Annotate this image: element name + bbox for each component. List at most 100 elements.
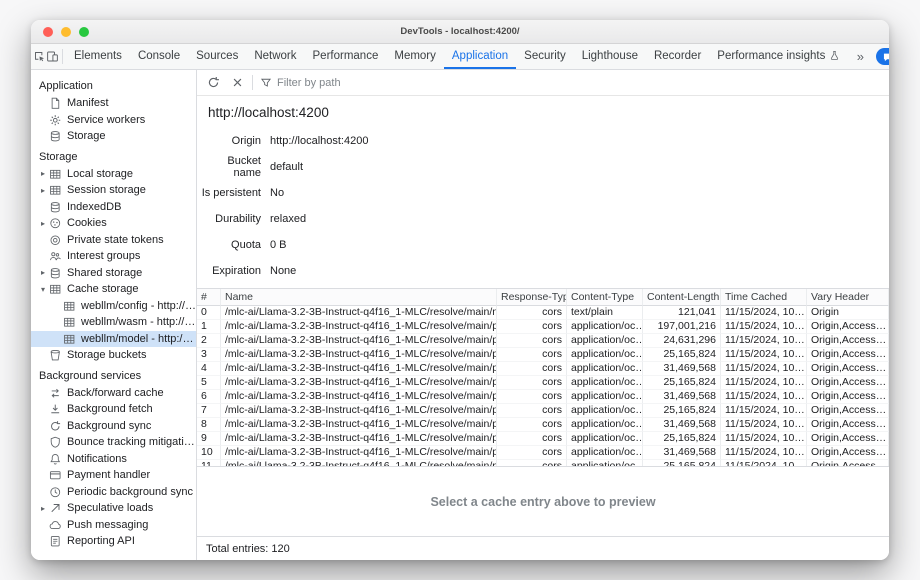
inspect-element-icon[interactable]	[33, 44, 46, 69]
cell-response-type: cors	[497, 390, 567, 404]
tab-performance[interactable]: Performance	[305, 44, 387, 69]
console-messages-badge[interactable]: 3	[876, 48, 889, 65]
cell-name: /mlc-ai/Llama-3.2-3B-Instruct-q4f16_1-ML…	[221, 404, 497, 418]
sidebar-item-shared-storage[interactable]: ▸ Shared storage	[31, 265, 196, 282]
sidebar-item-local-storage[interactable]: ▸Local storage	[31, 166, 196, 183]
device-toolbar-icon[interactable]	[46, 44, 59, 69]
sidebar-item-reporting-api[interactable]: Reporting API	[31, 533, 196, 550]
expand-arrow-icon[interactable]: ▸	[38, 169, 48, 178]
tab-recorder[interactable]: Recorder	[646, 44, 709, 69]
cell-name: /mlc-ai/Llama-3.2-3B-Instruct-q4f16_1-ML…	[221, 362, 497, 376]
sidebar-item-webllm-wasm-http-loca[interactable]: webllm/wasm - http://loca…	[31, 314, 196, 331]
filter-by-path-input[interactable]	[277, 77, 427, 89]
cell-time-cached: 11/15/2024, 10…	[721, 432, 807, 446]
table-body: 0/mlc-ai/Llama-3.2-3B-Instruct-q4f16_1-M…	[197, 306, 889, 466]
report-icon	[48, 534, 62, 548]
column-header-content-type[interactable]: Content-Type	[567, 289, 643, 306]
meta-label: Quota	[197, 239, 261, 251]
sidebar-item-session-storage[interactable]: ▸Session storage	[31, 182, 196, 199]
sidebar-item-push-messaging[interactable]: Push messaging	[31, 517, 196, 534]
table-row[interactable]: 9/mlc-ai/Llama-3.2-3B-Instruct-q4f16_1-M…	[197, 432, 889, 446]
sidebar-item-label: Back/forward cache	[67, 387, 164, 399]
tab-sources[interactable]: Sources	[188, 44, 246, 69]
sidebar-item-back-forward-cache[interactable]: Back/forward cache	[31, 385, 196, 402]
table-row[interactable]: 4/mlc-ai/Llama-3.2-3B-Instruct-q4f16_1-M…	[197, 362, 889, 376]
meta-label: Is persistent	[197, 187, 261, 199]
close-window-button[interactable]	[43, 27, 53, 37]
cell-content-type: application/oc…	[567, 432, 643, 446]
sidebar-item-cookies[interactable]: ▸Cookies	[31, 215, 196, 232]
table-row[interactable]: 7/mlc-ai/Llama-3.2-3B-Instruct-q4f16_1-M…	[197, 404, 889, 418]
bell-icon	[48, 452, 62, 466]
table-row[interactable]: 3/mlc-ai/Llama-3.2-3B-Instruct-q4f16_1-M…	[197, 348, 889, 362]
tab-performance-insights[interactable]: Performance insights	[709, 44, 848, 69]
expand-arrow-icon[interactable]: ▸	[38, 268, 48, 277]
sidebar-item-service-workers[interactable]: Service workers	[31, 112, 196, 129]
sidebar-item-label: Push messaging	[67, 519, 148, 531]
tab-application[interactable]: Application	[444, 44, 516, 69]
table-row[interactable]: 0/mlc-ai/Llama-3.2-3B-Instruct-q4f16_1-M…	[197, 306, 889, 320]
sidebar-item-webllm-config-http-loc[interactable]: webllm/config - http://loc…	[31, 298, 196, 315]
delete-selected-icon[interactable]	[225, 76, 249, 89]
sidebar-item-label: Shared storage	[67, 267, 142, 279]
cell-time-cached: 11/15/2024, 10…	[721, 306, 807, 320]
sidebar-item-private-state-tokens[interactable]: Private state tokens	[31, 232, 196, 249]
sidebar-item-interest-groups[interactable]: Interest groups	[31, 248, 196, 265]
sidebar-item-storage[interactable]: Storage	[31, 128, 196, 145]
expand-arrow-icon[interactable]: ▸	[38, 504, 48, 513]
cell-: 6	[197, 390, 221, 404]
column-header-time-cached[interactable]: Time Cached	[721, 289, 807, 306]
more-tabs-button[interactable]: »	[848, 50, 872, 63]
sidebar-item-label: Speculative loads	[67, 502, 153, 514]
sidebar-item-label: Interest groups	[67, 250, 140, 262]
sidebar-item-webllm-model-http-loc[interactable]: webllm/model - http://loc…	[31, 331, 196, 348]
table-row[interactable]: 6/mlc-ai/Llama-3.2-3B-Instruct-q4f16_1-M…	[197, 390, 889, 404]
tab-label: Performance insights	[717, 50, 825, 62]
refresh-icon[interactable]	[201, 76, 225, 89]
tab-console[interactable]: Console	[130, 44, 188, 69]
sidebar-item-label: Service workers	[67, 114, 145, 126]
sidebar-item-periodic-background-sync[interactable]: Periodic background sync	[31, 484, 196, 501]
tab-lighthouse[interactable]: Lighthouse	[574, 44, 646, 69]
column-header-vary-header[interactable]: Vary Header	[807, 289, 889, 306]
sidebar-item-bounce-tracking-mitigations[interactable]: Bounce tracking mitigations	[31, 434, 196, 451]
sidebar-item-storage-buckets[interactable]: Storage buckets	[31, 347, 196, 364]
collapse-arrow-icon[interactable]: ▾	[38, 285, 48, 294]
tab-security[interactable]: Security	[516, 44, 574, 69]
sidebar-item-cache-storage[interactable]: ▾ Cache storage	[31, 281, 196, 298]
table-row[interactable]: 1/mlc-ai/Llama-3.2-3B-Instruct-q4f16_1-M…	[197, 320, 889, 334]
db-icon	[48, 129, 62, 143]
table-row[interactable]: 10/mlc-ai/Llama-3.2-3B-Instruct-q4f16_1-…	[197, 446, 889, 460]
tab-memory[interactable]: Memory	[386, 44, 444, 69]
minimize-window-button[interactable]	[61, 27, 71, 37]
zoom-window-button[interactable]	[79, 27, 89, 37]
cookie-icon	[48, 216, 62, 230]
clock-icon	[48, 485, 62, 499]
cell-: 5	[197, 376, 221, 390]
tab-network[interactable]: Network	[246, 44, 304, 69]
cell-vary-header: Origin,Access…	[807, 376, 889, 390]
column-header-[interactable]: #	[197, 289, 221, 306]
origin-metadata: Originhttp://localhost:4200Bucket namede…	[197, 128, 889, 288]
sidebar-item-background-sync[interactable]: Background sync	[31, 418, 196, 435]
cell-vary-header: Origin,Access…	[807, 362, 889, 376]
meta-row-quota: Quota0 B	[197, 232, 889, 258]
sidebar-item-speculative-loads[interactable]: ▸ Speculative loads	[31, 500, 196, 517]
sidebar-item-payment-handler[interactable]: Payment handler	[31, 467, 196, 484]
cache-entries-table: #NameResponse-TypeContent-TypeContent-Le…	[197, 288, 889, 466]
expand-arrow-icon[interactable]: ▸	[38, 219, 48, 228]
table-row[interactable]: 5/mlc-ai/Llama-3.2-3B-Instruct-q4f16_1-M…	[197, 376, 889, 390]
sidebar-item-indexeddb[interactable]: IndexedDB	[31, 199, 196, 216]
sidebar-item-label: Cache storage	[67, 283, 139, 295]
column-header-name[interactable]: Name	[221, 289, 497, 306]
sidebar-item-notifications[interactable]: Notifications	[31, 451, 196, 468]
sidebar-item-manifest[interactable]: Manifest	[31, 95, 196, 112]
column-header-response-type[interactable]: Response-Type	[497, 289, 567, 306]
sidebar-item-background-fetch[interactable]: Background fetch	[31, 401, 196, 418]
column-header-content-length[interactable]: Content-Length	[643, 289, 721, 306]
table-row[interactable]: 2/mlc-ai/Llama-3.2-3B-Instruct-q4f16_1-M…	[197, 334, 889, 348]
meta-row-is-persistent: Is persistentNo	[197, 180, 889, 206]
expand-arrow-icon[interactable]: ▸	[38, 186, 48, 195]
tab-elements[interactable]: Elements	[66, 44, 130, 69]
table-row[interactable]: 8/mlc-ai/Llama-3.2-3B-Instruct-q4f16_1-M…	[197, 418, 889, 432]
